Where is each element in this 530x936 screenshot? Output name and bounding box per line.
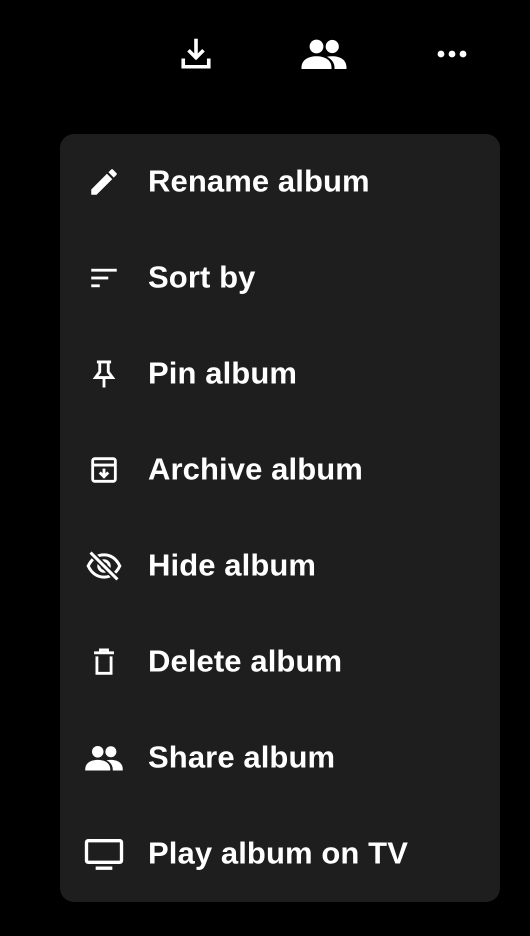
download-button[interactable] <box>172 30 220 78</box>
eye-off-icon <box>84 546 124 586</box>
more-options-button[interactable] <box>428 30 476 78</box>
more-horizontal-icon <box>434 48 470 60</box>
menu-item-archive-album[interactable]: Archive album <box>60 422 500 518</box>
menu-item-label: Hide album <box>148 547 317 583</box>
page: Rename album Sort by Pin album Archive a… <box>0 0 530 936</box>
menu-item-pin-album[interactable]: Pin album <box>60 326 500 422</box>
people-button[interactable] <box>300 30 348 78</box>
menu-item-label: Pin album <box>148 355 298 391</box>
menu-item-label: Delete album <box>148 643 343 679</box>
menu-item-label: Play album on TV <box>148 835 408 871</box>
menu-item-label: Sort by <box>148 259 256 295</box>
menu-item-delete-album[interactable]: Delete album <box>60 614 500 710</box>
menu-item-rename-album[interactable]: Rename album <box>60 134 500 230</box>
pencil-icon <box>84 162 124 202</box>
menu-item-label: Rename album <box>148 163 370 199</box>
people-icon <box>300 36 348 72</box>
sort-icon <box>84 258 124 298</box>
menu-item-play-album-on-tv[interactable]: Play album on TV <box>60 806 500 902</box>
people-icon <box>84 738 124 778</box>
album-options-menu: Rename album Sort by Pin album Archive a… <box>60 134 500 902</box>
menu-item-share-album[interactable]: Share album <box>60 710 500 806</box>
menu-item-label: Archive album <box>148 451 363 487</box>
tv-icon <box>84 834 124 874</box>
archive-icon <box>84 450 124 490</box>
menu-item-label: Share album <box>148 739 336 775</box>
download-icon <box>178 36 214 72</box>
menu-item-hide-album[interactable]: Hide album <box>60 518 500 614</box>
pin-icon <box>84 354 124 394</box>
trash-icon <box>84 642 124 682</box>
menu-item-sort-by[interactable]: Sort by <box>60 230 500 326</box>
